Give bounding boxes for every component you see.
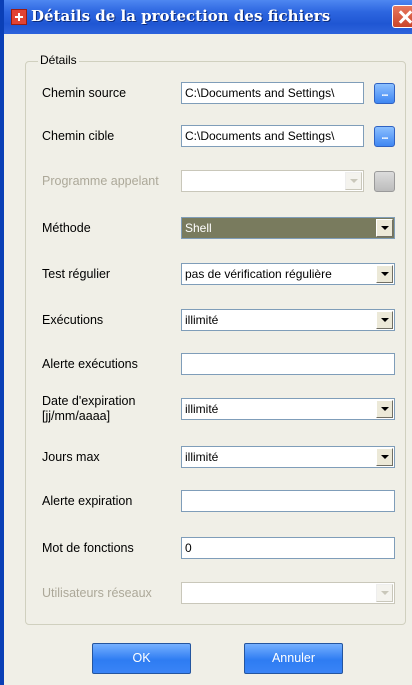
source-path-label: Chemin source (42, 86, 127, 100)
method-select[interactable]: Shell (181, 217, 395, 239)
method-value: Shell (185, 221, 212, 235)
expiry-date-value: illimité (185, 402, 219, 416)
window-title: Détails de la protection des fichiers (31, 7, 331, 25)
chevron-down-icon (345, 172, 362, 190)
executions-label: Exécutions (42, 313, 104, 327)
max-days-value: illimité (185, 450, 219, 464)
app-plus-icon (11, 9, 27, 25)
executions-value: illimité (185, 313, 219, 327)
chevron-down-icon (376, 584, 393, 602)
expiry-alert-label: Alerte expiration (42, 494, 133, 508)
ok-button[interactable]: OK (92, 643, 191, 674)
regular-test-value: pas de vérification régulière (185, 267, 332, 281)
target-browse-button[interactable]: ... (374, 126, 395, 147)
regular-test-select[interactable]: pas de vérification régulière (181, 263, 395, 285)
title-bar[interactable]: Détails de la protection des fichiers (4, 0, 412, 34)
expiry-date-label: Date d'expiration [jj/mm/aaaa] (42, 394, 136, 423)
expiry-alert-input[interactable] (181, 490, 395, 512)
expiry-date-select[interactable]: illimité (181, 398, 395, 420)
method-label: Méthode (42, 221, 91, 235)
close-button[interactable] (392, 5, 412, 28)
chevron-down-icon[interactable] (376, 448, 393, 466)
target-path-label: Chemin cible (42, 129, 115, 143)
cancel-button[interactable]: Annuler (244, 643, 343, 674)
target-path-input[interactable]: C:\Documents and Settings\ (181, 125, 364, 147)
dialog-window: Détails de la protection des fichiers Dé… (0, 0, 412, 685)
ellipsis-icon: ... (381, 87, 388, 99)
chevron-down-icon[interactable] (376, 219, 393, 237)
chevron-down-icon[interactable] (376, 311, 393, 329)
network-users-select (181, 582, 395, 604)
exec-alert-label: Alerte exécutions (42, 357, 138, 371)
source-path-input[interactable]: C:\Documents and Settings\ (181, 82, 364, 104)
caller-program-select (181, 170, 364, 192)
network-users-label: Utilisateurs réseaux (42, 586, 152, 600)
max-days-select[interactable]: illimité (181, 446, 395, 468)
regular-test-label: Test régulier (42, 267, 111, 281)
caller-program-label: Programme appelant (42, 174, 159, 188)
executions-select[interactable]: illimité (181, 309, 395, 331)
chevron-down-icon[interactable] (376, 265, 393, 283)
max-days-label: Jours max (42, 450, 100, 464)
ellipsis-icon: ... (381, 130, 388, 142)
password-label: Mot de fonctions (42, 541, 134, 555)
exec-alert-input[interactable] (181, 353, 395, 375)
details-legend: Détails (38, 53, 79, 67)
password-input[interactable]: 0 (181, 537, 395, 559)
caller-browse-button (374, 171, 395, 192)
chevron-down-icon[interactable] (376, 400, 393, 418)
source-browse-button[interactable]: ... (374, 83, 395, 104)
